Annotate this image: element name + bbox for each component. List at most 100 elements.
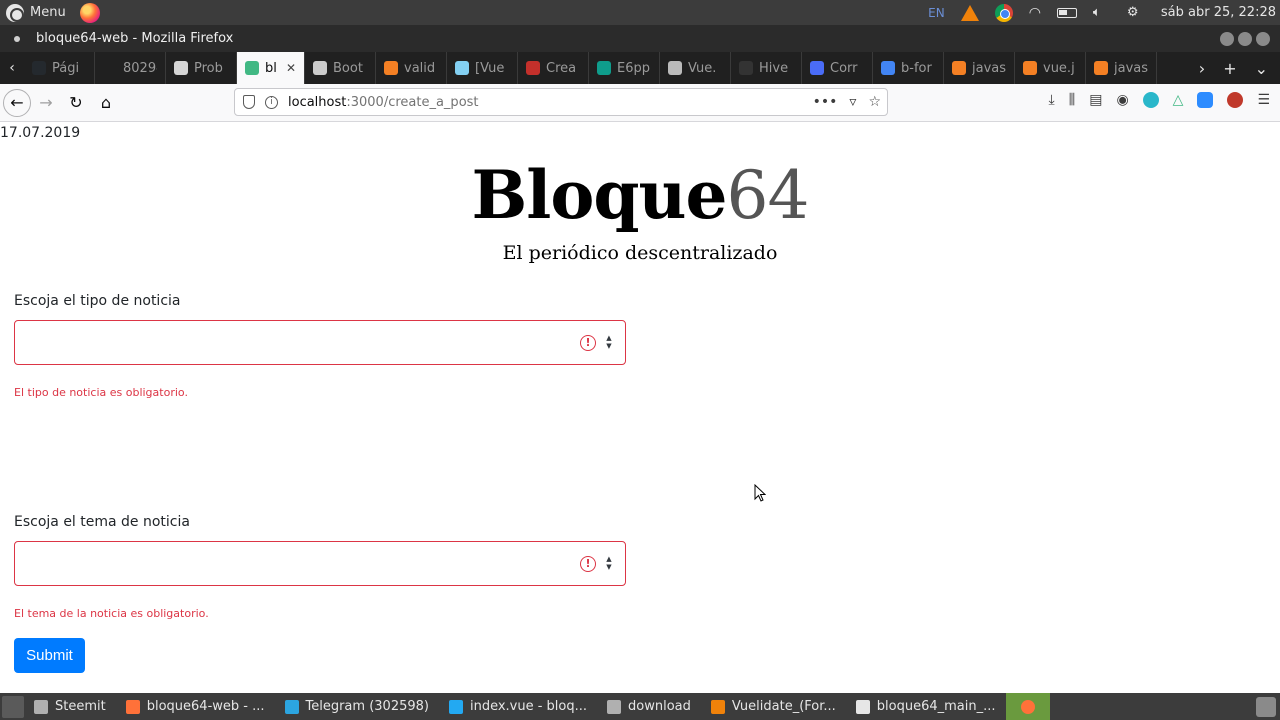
list-all-tabs-icon[interactable]: ⌄ xyxy=(1255,59,1268,78)
url-host: localhost xyxy=(288,94,347,110)
window-menu-icon[interactable] xyxy=(14,35,20,42)
news-topic-select[interactable]: ! ▲ ▼ xyxy=(14,541,626,586)
wifi-icon[interactable]: ◠ xyxy=(1029,5,1041,21)
maximize-button[interactable] xyxy=(1238,31,1252,46)
hive-icon xyxy=(739,61,753,75)
battery-icon[interactable] xyxy=(1056,7,1077,18)
taskbar-item-4[interactable]: download xyxy=(597,693,701,720)
tabs-scroll-right-icon[interactable]: › xyxy=(1199,59,1205,78)
close-window-button[interactable] xyxy=(1256,31,1270,46)
tab-label: Prob xyxy=(194,60,223,76)
vlc-icon[interactable] xyxy=(960,4,979,21)
extension-bird-icon[interactable] xyxy=(1142,92,1159,108)
tab-2[interactable]: Prob xyxy=(166,52,237,84)
taskbar-item-0[interactable]: Steemit xyxy=(24,693,116,720)
library-icon[interactable]: ⫼ xyxy=(1069,92,1075,108)
taskbar-firefox-active[interactable] xyxy=(1005,693,1050,720)
stackoverflow-icon xyxy=(1023,61,1037,75)
keyboard-layout-indicator[interactable]: EN xyxy=(928,6,945,20)
new-tab-icon[interactable]: + xyxy=(1223,59,1236,78)
site-info-icon[interactable]: i xyxy=(265,95,278,109)
workspace-switcher-icon[interactable] xyxy=(1256,696,1276,717)
tab-5[interactable]: valid xyxy=(376,52,447,84)
tab-11[interactable]: Corr xyxy=(802,52,873,84)
tab-4[interactable]: Boot xyxy=(305,52,376,84)
tab-label: Vue. xyxy=(688,60,717,76)
news-type-select[interactable]: ! ▲ ▼ xyxy=(14,320,626,365)
circle-icon xyxy=(526,61,540,75)
tab-3[interactable]: bl ✕ xyxy=(237,52,305,84)
tab-label: b-for xyxy=(901,60,932,76)
select-caret-icon: ▲ ▼ xyxy=(606,555,612,571)
vue-devtools-icon[interactable]: △ xyxy=(1173,92,1184,108)
tab-label: javas xyxy=(972,60,1006,76)
taskbar-item-5[interactable]: Vuelidate_(For... xyxy=(701,693,846,720)
tracking-shield-icon[interactable] xyxy=(243,95,255,109)
account-icon[interactable]: ◉ xyxy=(1116,92,1128,108)
tab-15[interactable]: javas xyxy=(1086,52,1157,84)
tab-6[interactable]: [Vue xyxy=(447,52,518,84)
rings-icon xyxy=(810,61,824,75)
zoom-extension-icon[interactable] xyxy=(1197,92,1214,108)
taskbar-items: Steemit bloque64-web - ... Telegram (30259… xyxy=(24,693,1006,720)
chrome-icon[interactable] xyxy=(994,3,1013,22)
page-actions-icon[interactable]: ••• xyxy=(813,94,838,110)
site-logo: Bloque64 xyxy=(0,156,1280,234)
brand-main: Bloque xyxy=(471,156,728,234)
tab-14[interactable]: vue.j xyxy=(1015,52,1086,84)
toolbar-right: ⤓ ⫼ ▤ ◉ △ ☰ xyxy=(1049,92,1270,108)
vscode-icon xyxy=(448,699,463,714)
mdn-icon xyxy=(455,61,469,75)
tab-7[interactable]: Crea xyxy=(518,52,589,84)
tab-9[interactable]: Vue. xyxy=(660,52,731,84)
firefox-launcher-icon[interactable] xyxy=(79,2,100,23)
menu-label: Menu xyxy=(30,5,66,20)
taskbar-item-3[interactable]: index.vue - bloq... xyxy=(439,693,597,720)
taskbar-item-2[interactable]: Telegram (302598) xyxy=(275,693,439,720)
forward-button[interactable]: → xyxy=(31,88,61,118)
tab-0[interactable]: Pági xyxy=(24,52,95,84)
vlc-icon xyxy=(710,699,725,714)
bookmark-star-icon[interactable]: ☆ xyxy=(868,94,881,110)
brand-number: 64 xyxy=(726,157,810,234)
home-button[interactable]: ⌂ xyxy=(91,88,121,118)
tab-10[interactable]: Hive xyxy=(731,52,802,84)
show-desktop-icon[interactable] xyxy=(2,695,24,718)
url-path: :3000/create_a_post xyxy=(346,94,479,110)
sidebar-icon[interactable]: ▤ xyxy=(1089,92,1102,108)
taskbar-item-6[interactable]: bloque64_main_... xyxy=(846,693,1006,720)
minimize-button[interactable] xyxy=(1220,31,1234,46)
tab-label: valid xyxy=(404,60,436,76)
close-tab-icon[interactable]: ✕ xyxy=(286,61,296,75)
url-actions: ••• ▿ ☆ xyxy=(813,94,887,110)
clock[interactable]: sáb abr 25, 22:28 xyxy=(1161,5,1276,20)
downloads-icon[interactable]: ⤓ xyxy=(1049,92,1055,108)
tab-label: bl xyxy=(265,60,277,76)
url-text[interactable]: localhost:3000/create_a_post xyxy=(288,95,479,110)
menu-hamburger-icon[interactable]: ☰ xyxy=(1257,92,1270,108)
taskbar-item-label: bloque64_main_... xyxy=(876,699,996,714)
tab-strip-actions: › + ⌄ xyxy=(1199,52,1280,84)
tab-1[interactable]: 8029496 xyxy=(95,52,166,84)
taskbar-item-label: Vuelidate_(For... xyxy=(731,699,836,714)
volume-icon[interactable]: 🔈︎ xyxy=(1093,5,1111,21)
github-icon xyxy=(32,61,46,75)
menu-button[interactable]: Menu xyxy=(0,3,66,22)
settings-gear-icon[interactable]: ⚙︎ xyxy=(1127,5,1145,21)
news-type-label: Escoja el tipo de noticia xyxy=(14,293,181,309)
back-button[interactable]: ← xyxy=(3,88,31,117)
extension-icon[interactable] xyxy=(1227,92,1244,108)
menu-logo-icon xyxy=(6,3,24,22)
tabs-scroll-left-icon[interactable]: ‹ xyxy=(0,52,24,84)
pocket-icon[interactable]: ▿ xyxy=(849,94,856,110)
reload-button[interactable]: ↻ xyxy=(61,88,91,118)
avatar-icon xyxy=(668,61,682,75)
taskbar-item-1[interactable]: bloque64-web - ... xyxy=(116,693,275,720)
url-bar[interactable]: i localhost:3000/create_a_post ••• ▿ ☆ xyxy=(234,88,888,116)
submit-button[interactable]: Submit xyxy=(14,638,85,673)
tab-12[interactable]: b-for xyxy=(873,52,944,84)
google-icon xyxy=(881,61,895,75)
tab-13[interactable]: javas xyxy=(944,52,1015,84)
vue-icon xyxy=(245,61,259,75)
tab-8[interactable]: E6pp xyxy=(589,52,660,84)
